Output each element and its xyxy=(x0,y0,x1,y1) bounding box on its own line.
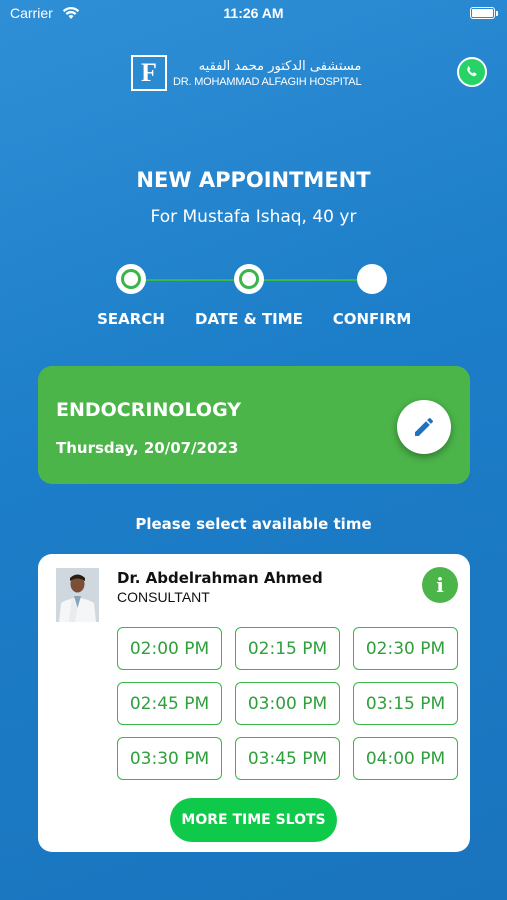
status-bar: Carrier 11:26 AM xyxy=(0,0,507,30)
time-slot[interactable]: 02:30 PM xyxy=(353,627,458,670)
time-slot[interactable]: 03:30 PM xyxy=(117,737,222,780)
logo-arabic-text: مستشفى الدكتور محمد الفقيه xyxy=(198,58,362,74)
time-slot[interactable]: 02:45 PM xyxy=(117,682,222,725)
info-icon: i xyxy=(436,573,444,597)
step-date-time-indicator xyxy=(234,264,264,294)
logo-english-text: DR. MOHAMMAD ALFAGIH HOSPITAL xyxy=(173,75,362,88)
doctor-title: CONSULTANT xyxy=(117,589,210,605)
doctor-avatar xyxy=(56,568,99,622)
time-slot[interactable]: 03:00 PM xyxy=(235,682,340,725)
pencil-icon xyxy=(415,417,434,436)
hospital-logo: F مستشفى الدكتور محمد الفقيه DR. MOHAMMA… xyxy=(131,55,362,91)
time-slot[interactable]: 04:00 PM xyxy=(353,737,458,780)
battery-icon xyxy=(470,7,498,19)
whatsapp-button[interactable] xyxy=(457,57,487,87)
step-search-indicator xyxy=(116,264,146,294)
doctor-name: Dr. Abdelrahman Ahmed xyxy=(117,569,323,587)
time-slot[interactable]: 03:15 PM xyxy=(353,682,458,725)
appointment-date: Thursday, 20/07/2023 xyxy=(56,439,239,457)
specialty-name: ENDOCRINOLOGY xyxy=(56,399,242,421)
whatsapp-icon xyxy=(467,66,477,77)
patient-subtitle: For Mustafa Ishaq, 40 yr xyxy=(150,207,357,227)
time-slot[interactable]: 02:15 PM xyxy=(235,627,340,670)
specialty-card: ENDOCRINOLOGY Thursday, 20/07/2023 xyxy=(38,366,470,484)
info-button[interactable]: i xyxy=(422,567,458,603)
step-label-confirm: CONFIRM xyxy=(332,310,412,328)
more-time-slots-button[interactable]: MORE TIME SLOTS xyxy=(170,798,337,842)
status-time: 11:26 AM xyxy=(223,5,284,21)
time-slot[interactable]: 03:45 PM xyxy=(235,737,340,780)
edit-button[interactable] xyxy=(397,400,451,454)
step-confirm-indicator xyxy=(357,264,387,294)
doctor-card: Dr. Abdelrahman Ahmed CONSULTANT i 02:00… xyxy=(38,554,470,852)
page-title: NEW APPOINTMENT xyxy=(136,168,371,192)
select-time-label: Please select available time xyxy=(135,515,372,533)
logo-mark: F xyxy=(131,55,167,91)
time-slot[interactable]: 02:00 PM xyxy=(117,627,222,670)
logo-letter: F xyxy=(141,58,157,87)
step-label-date-time: DATE & TIME xyxy=(195,310,303,328)
